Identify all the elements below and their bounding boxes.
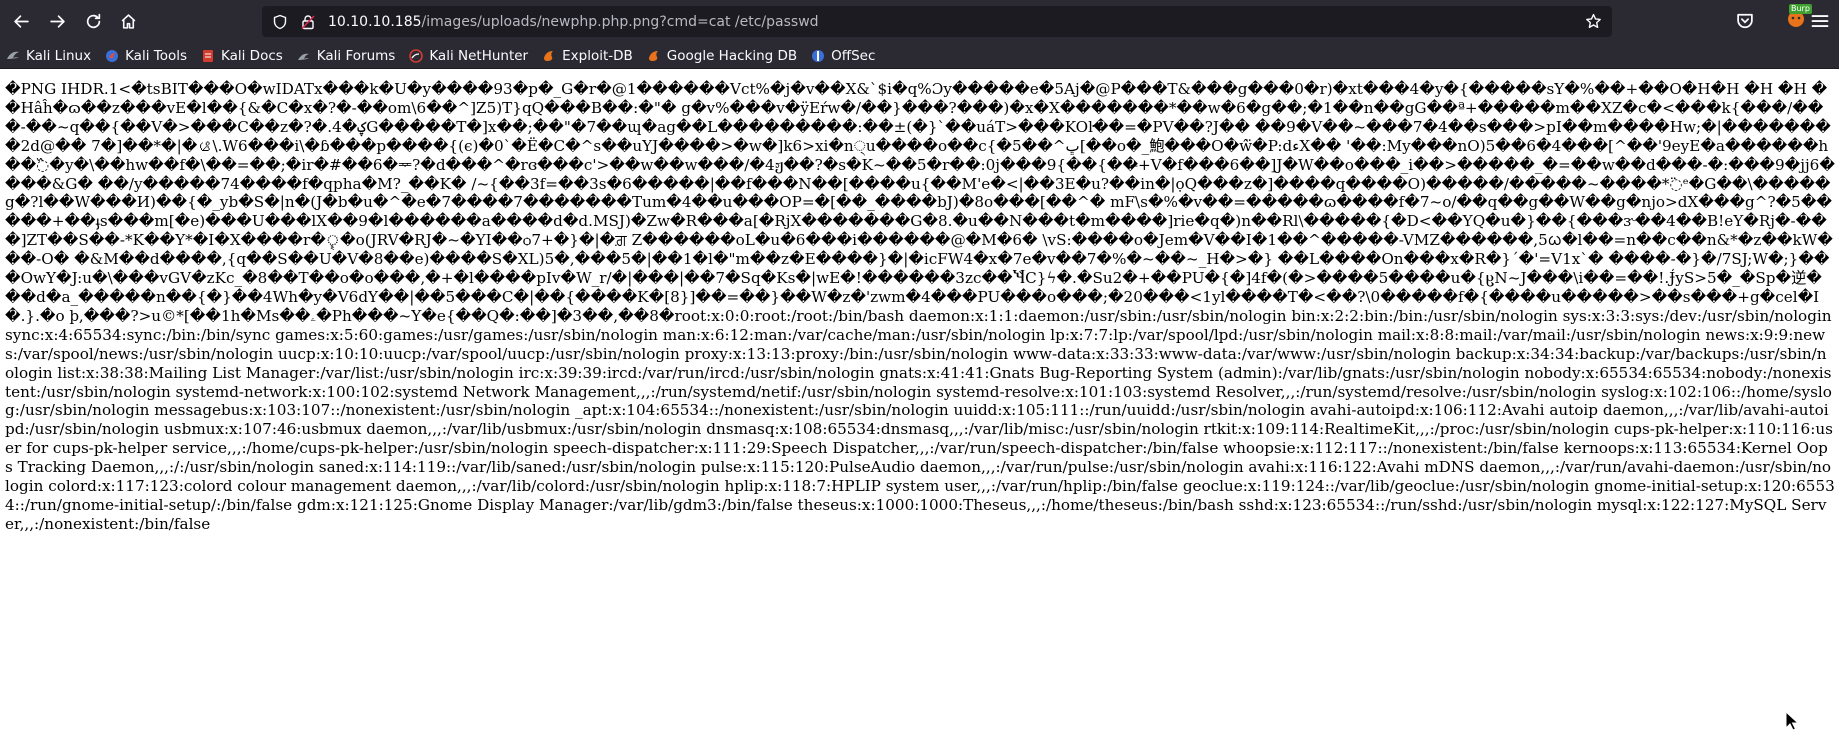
bookmark-label: OffSec (831, 47, 876, 64)
bookmark-label: Kali Forums (316, 47, 396, 64)
bookmark-label: Kali NetHunter (429, 47, 529, 64)
page-body: �PNG IHDR.1<�tsBIT���O�wIDATx���k�U�y���… (5, 80, 1835, 590)
mouse-cursor-icon (1785, 711, 1799, 731)
pocket-icon[interactable] (1735, 11, 1755, 31)
offsec-icon (812, 49, 825, 62)
kali-tools-icon (106, 49, 119, 62)
nethunter-icon (409, 48, 424, 63)
bookmark-label: Google Hacking DB (666, 47, 798, 64)
bookmark-label: Kali Tools (125, 47, 187, 64)
url-text[interactable]: 10.10.10.185/images/uploads/newphp.php.p… (328, 14, 819, 30)
reload-icon[interactable] (76, 4, 110, 38)
hamburger-menu-icon[interactable] (1810, 11, 1830, 31)
bookmark-google-hacking-db[interactable]: Google Hacking DB (647, 48, 797, 64)
exploit-db-icon (544, 50, 554, 61)
bookmark-kali-tools[interactable]: Kali Tools (105, 48, 187, 64)
bookmark-kali-linux[interactable]: Kali Linux (6, 48, 91, 64)
browser-toolbar: 10.10.10.185/images/uploads/newphp.php.p… (0, 0, 1839, 43)
ghdb-icon (648, 50, 658, 61)
bookmark-kali-docs[interactable]: Kali Docs (201, 48, 283, 64)
extension-badge: Burp (1789, 4, 1812, 14)
kali-forums-icon (297, 53, 309, 60)
kali-docs-icon (203, 49, 213, 62)
lock-icon[interactable] (300, 14, 316, 30)
url-host: 10.10.10.185 (328, 13, 422, 30)
binary-png-output: �PNG IHDR.1<�tsBIT���O�wIDATx���k�U�y���… (5, 80, 1835, 325)
shield-icon[interactable] (272, 14, 288, 30)
bookmark-kali-forums[interactable]: Kali Forums (297, 47, 396, 64)
bookmarks-toolbar: Kali Linux Kali Tools Kali Docs Kali For… (0, 43, 1839, 69)
bookmark-label: Kali Linux (26, 47, 92, 64)
bookmark-exploit-db[interactable]: Exploit-DB (542, 48, 633, 64)
back-arrow-icon[interactable] (4, 4, 38, 38)
url-path: /images/uploads/newphp.php.png?cmd=cat /… (421, 13, 819, 30)
kali-dragon-icon (7, 51, 19, 59)
star-icon[interactable] (1585, 13, 1602, 30)
url-bar[interactable]: 10.10.10.185/images/uploads/newphp.php.p… (262, 6, 1612, 37)
passwd-output: root:x:0:0:root:/root:/bin/bash daemon:x… (5, 306, 1835, 533)
bookmark-label: Exploit-DB (562, 47, 633, 64)
bookmark-offsec[interactable]: OffSec (811, 48, 875, 64)
bookmark-label: Kali Docs (221, 47, 283, 64)
burp-extension-icon[interactable]: Burp (1785, 4, 1812, 28)
forward-arrow-icon[interactable] (40, 4, 74, 38)
home-icon[interactable] (111, 4, 145, 38)
bookmark-kali-nethunter[interactable]: Kali NetHunter (409, 48, 528, 64)
